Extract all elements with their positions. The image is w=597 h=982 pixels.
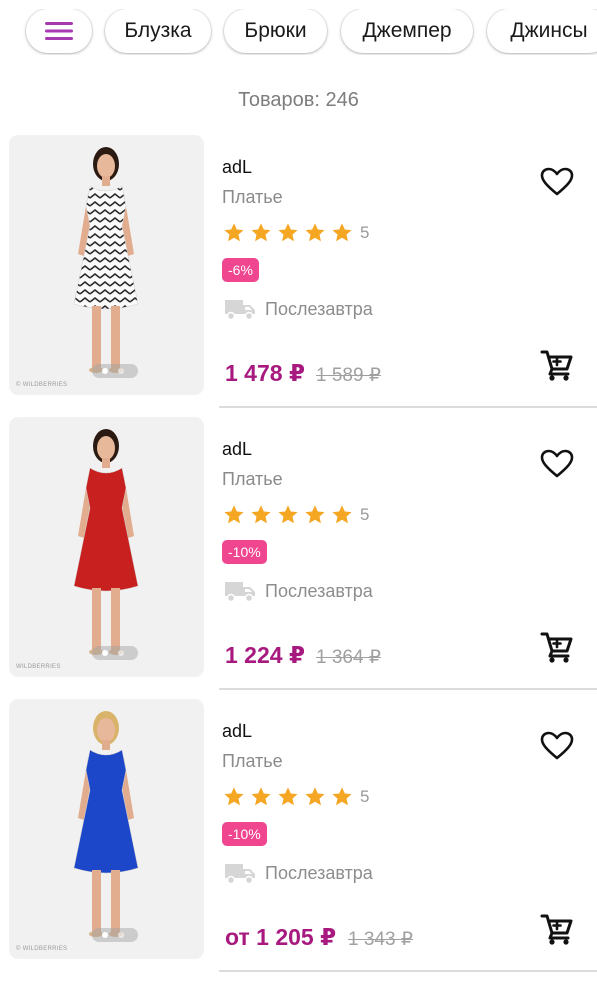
star-icon [251,223,271,242]
discount-badge: -10% [222,822,267,846]
delivery-info: Послезавтра [224,579,373,603]
star-icon [224,223,244,242]
card-divider [219,688,597,690]
product-photo[interactable]: © WILDBERRIES [10,136,203,394]
product-card[interactable]: WILDBERRIES adL Платье 5 -10% Послезавтр… [0,418,597,700]
discount-badge: -6% [222,258,259,282]
product-card[interactable]: © WILDBERRIES adL Платье 5 -10% Послезав… [0,700,597,982]
product-brand: adL [222,157,253,177]
star-icon [251,505,271,524]
truck-icon [225,582,255,603]
discount-badge: -10% [222,540,267,564]
add-to-cart-icon[interactable] [540,912,574,946]
old-price: 1 343 ₽ [348,929,413,950]
star-icon [251,787,271,806]
star-icon [278,505,298,524]
star-icon [305,223,325,242]
current-price: 1 478 ₽ [225,360,305,386]
product-photo[interactable]: WILDBERRIES [10,418,203,676]
product-name: Платье [222,751,283,771]
delivery-text: Послезавтра [265,298,373,319]
add-to-cart-icon[interactable] [540,348,574,382]
current-price: 1 224 ₽ [225,642,305,668]
favorite-heart-icon[interactable] [540,449,574,479]
photo-pager-dots[interactable] [92,646,138,660]
truck-icon [225,864,255,885]
old-price: 1 364 ₽ [316,647,381,668]
model-photo [10,418,203,676]
rating-stars: 5 [223,504,369,526]
star-icon [332,505,352,524]
star-icon [224,787,244,806]
filter-chips-bar: Блузка Брюки Джемпер Джинсы [0,9,597,55]
card-divider [219,970,597,972]
rating-stars: 5 [223,786,369,808]
filter-chip-bluzka[interactable]: Блузка [105,9,211,53]
star-icon [332,223,352,242]
delivery-text: Послезавтра [265,580,373,601]
delivery-text: Послезавтра [265,862,373,883]
photo-pager-dots[interactable] [92,364,138,378]
product-count: Товаров: 246 [238,89,359,111]
product-name: Платье [222,469,283,489]
filter-chip-dzhinsy[interactable]: Джинсы [487,9,597,53]
filter-chip-bryuki[interactable]: Брюки [224,9,327,53]
product-brand: adL [222,721,253,741]
hamburger-menu-icon [45,22,73,40]
delivery-info: Послезавтра [224,297,373,321]
favorite-heart-icon[interactable] [540,731,574,761]
rating-value: 5 [360,223,370,242]
star-icon [305,787,325,806]
truck-icon [225,300,255,321]
star-icon [278,223,298,242]
product-card[interactable]: © WILDBERRIES adL Платье 5 -6% Послезавт… [0,136,597,418]
add-to-cart-icon[interactable] [540,630,574,664]
product-brand: adL [222,439,253,459]
photo-watermark: © WILDBERRIES [16,382,68,388]
model-photo [10,700,203,958]
photo-watermark: WILDBERRIES [16,664,61,670]
photo-pager-dots[interactable] [92,928,138,942]
star-icon [332,787,352,806]
old-price: 1 589 ₽ [316,365,381,386]
star-icon [224,505,244,524]
star-icon [305,505,325,524]
filter-chip-dzhemper[interactable]: Джемпер [341,9,473,53]
rating-value: 5 [360,505,370,524]
rating-value: 5 [360,787,370,806]
product-name: Платье [222,187,283,207]
card-divider [219,406,597,408]
delivery-info: Послезавтра [224,861,373,885]
rating-stars: 5 [223,222,369,244]
filter-menu-button[interactable] [26,9,92,53]
current-price: от 1 205 ₽ [225,924,337,950]
product-photo[interactable]: © WILDBERRIES [10,700,203,958]
model-photo [10,136,203,394]
favorite-heart-icon[interactable] [540,167,574,197]
star-icon [278,787,298,806]
photo-watermark: © WILDBERRIES [16,946,68,952]
